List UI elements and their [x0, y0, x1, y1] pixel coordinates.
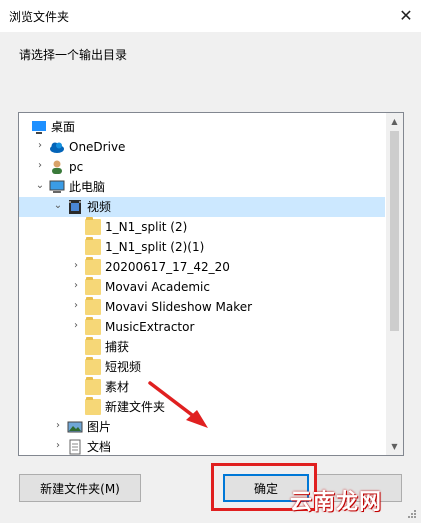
annotation-arrow: [148, 381, 208, 428]
watermark-logo: 云南龙网: [290, 490, 383, 515]
resize-grip-icon[interactable]: [405, 507, 417, 519]
